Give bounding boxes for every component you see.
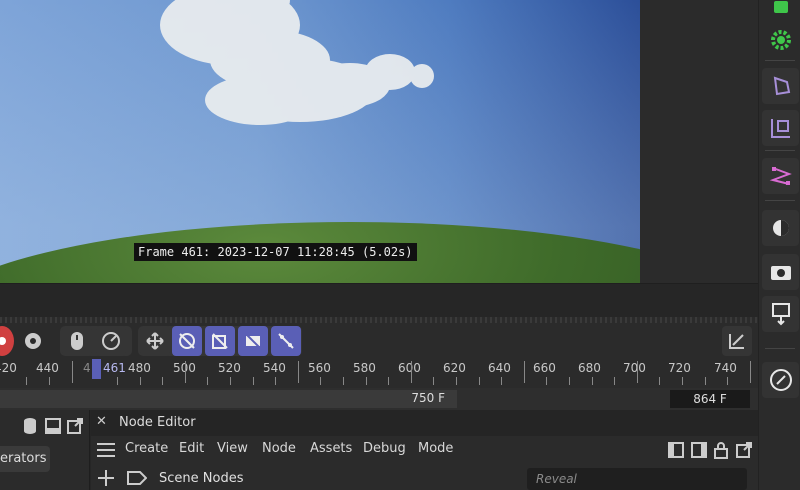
preview-range-bar[interactable]: 750 F 864 F — [0, 388, 758, 410]
generator-tool-button[interactable] — [762, 22, 799, 58]
record-icon — [0, 337, 6, 345]
external-window-icon[interactable] — [736, 442, 752, 458]
node-editor-titlebar: ✕ Node Editor — [91, 410, 758, 436]
timeline-ruler[interactable]: 420 440 4 461 480 500 520 540 560 580 60… — [0, 359, 758, 387]
pla-disabled-icon — [278, 333, 294, 349]
param-disabled-icon — [245, 333, 261, 349]
gauge-icon — [102, 332, 120, 350]
autokey-button[interactable] — [18, 326, 48, 356]
external-window-icon[interactable] — [67, 418, 83, 434]
key-pla-button[interactable] — [271, 326, 301, 356]
range-end-field[interactable]: 864 F — [670, 390, 750, 408]
ruler-label: 740 — [714, 361, 737, 375]
deformer-tool-button[interactable] — [762, 68, 799, 104]
mouse-icon — [71, 332, 83, 350]
green-cube-icon — [773, 1, 788, 13]
ruler-label: 560 — [308, 361, 331, 375]
range-slider[interactable]: 750 F — [0, 390, 457, 408]
ruler-label: 680 — [578, 361, 601, 375]
menu-debug[interactable]: Debug — [363, 441, 406, 456]
gear-icon — [770, 30, 791, 50]
key-scale-button[interactable] — [205, 326, 235, 356]
timeline-toolbar — [0, 323, 758, 359]
ruler-label: 600 — [398, 361, 421, 375]
right-toolbar — [758, 0, 800, 490]
floor-tool-button[interactable] — [762, 296, 799, 332]
left-sidebar-icon[interactable] — [668, 442, 684, 458]
spline-tool-button[interactable] — [762, 158, 799, 194]
cloud — [160, 0, 434, 125]
menu-create[interactable]: Create — [125, 441, 168, 456]
menu-edit[interactable]: Edit — [179, 441, 204, 456]
lock-icon[interactable] — [714, 441, 728, 459]
fcurve-button[interactable] — [722, 326, 752, 356]
playhead-marker[interactable] — [92, 359, 101, 379]
move-icon — [146, 332, 164, 350]
coordinate-tool-button[interactable] — [762, 110, 799, 146]
viewport-status-strip — [0, 283, 758, 317]
tag-icon — [127, 471, 147, 485]
key-param-button[interactable] — [238, 326, 268, 356]
menu-assets[interactable]: Assets — [310, 441, 352, 456]
edit-icon — [769, 369, 792, 391]
rotation-disabled-icon — [179, 333, 195, 349]
ruler-label: 700 — [623, 361, 646, 375]
reveal-search-input[interactable]: Reveal — [527, 468, 747, 490]
menu-node[interactable]: Node — [262, 441, 296, 456]
plus-icon[interactable] — [97, 469, 115, 487]
key-rotation-button[interactable] — [172, 326, 202, 356]
ruler-label: 660 — [533, 361, 556, 375]
ruler-label: 620 — [443, 361, 466, 375]
left-panel: erators — [0, 410, 90, 490]
camera-icon — [770, 266, 791, 280]
generators-tab[interactable]: erators — [0, 446, 50, 472]
graph-icon — [729, 334, 744, 349]
deformer-icon — [773, 76, 790, 96]
ruler-label: 540 — [263, 361, 286, 375]
ruler-label: 520 — [218, 361, 241, 375]
ruler-label: 640 — [488, 361, 511, 375]
spline-icon — [769, 167, 792, 185]
node-editor-navbar: Scene Nodes Reveal — [91, 466, 758, 490]
axis-cube-icon — [770, 119, 790, 138]
scale-disabled-icon — [212, 333, 228, 349]
right-sidebar-icon[interactable] — [691, 442, 707, 458]
mouse-mode-button[interactable] — [62, 326, 92, 356]
ruler-label: 420 — [0, 361, 17, 375]
cube-tool-button[interactable] — [762, 0, 799, 24]
close-icon[interactable]: ✕ — [96, 414, 107, 429]
ruler-label: 4 — [83, 361, 91, 375]
node-editor-menubar: Create Edit View Node Assets Debug Mode — [91, 437, 758, 463]
node-editor-panel: ✕ Node Editor Create Edit View Node Asse… — [91, 410, 758, 490]
settings-icon — [25, 333, 41, 349]
ruler-label: 440 — [36, 361, 59, 375]
range-start-value: 750 F — [411, 391, 445, 405]
light-icon — [772, 220, 789, 236]
render-viewport[interactable]: Frame 461: 2023-12-07 11:28:45 (5.02s) — [0, 0, 640, 283]
frame-info-overlay: Frame 461: 2023-12-07 11:28:45 (5.02s) — [134, 243, 417, 261]
menu-view[interactable]: View — [217, 441, 248, 456]
speed-button[interactable] — [96, 326, 126, 356]
light-tool-button[interactable] — [762, 210, 799, 246]
ruler-label: 720 — [668, 361, 691, 375]
breadcrumb[interactable]: Scene Nodes — [159, 471, 243, 486]
edit-tool-button[interactable] — [762, 362, 799, 398]
record-button[interactable] — [0, 326, 14, 356]
presentation-icon — [771, 303, 790, 326]
hamburger-icon[interactable] — [97, 443, 115, 457]
ruler-label: 480 — [128, 361, 151, 375]
move-key-button[interactable] — [140, 326, 170, 356]
database-icon[interactable] — [22, 417, 38, 435]
menu-mode[interactable]: Mode — [418, 441, 453, 456]
viewport-side-area — [640, 0, 758, 283]
camera-tool-button[interactable] — [762, 254, 799, 290]
panel-layout-icon[interactable] — [45, 418, 61, 434]
ruler-label: 580 — [353, 361, 376, 375]
ruler-current-label: 461 — [103, 361, 126, 375]
panel-title: Node Editor — [119, 415, 196, 430]
